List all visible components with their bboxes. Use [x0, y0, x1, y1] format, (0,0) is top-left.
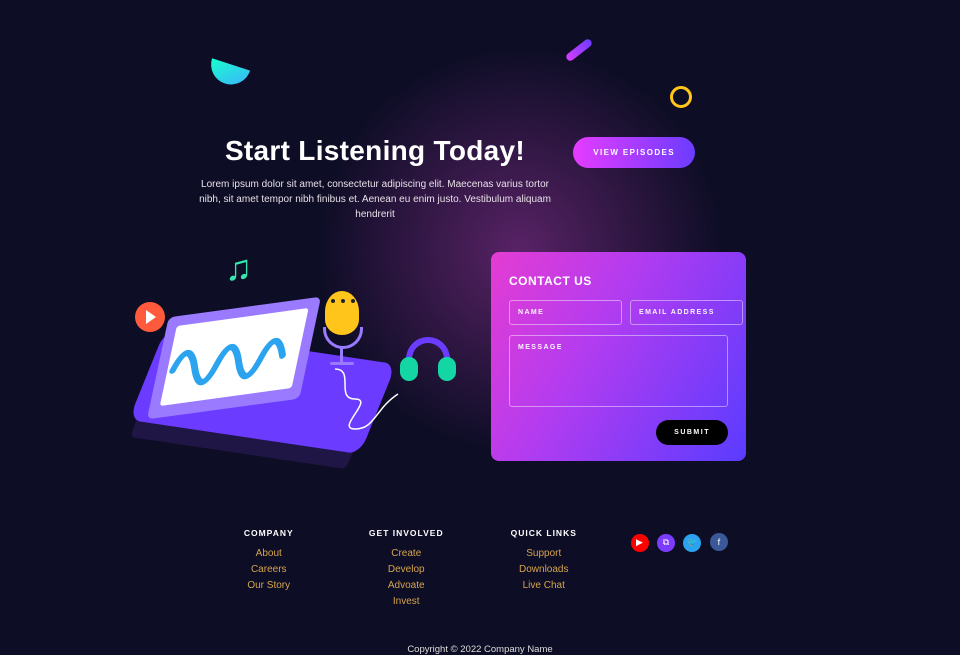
copyright-text: Copyright © 2022 Company Name	[0, 644, 960, 655]
footer-link[interactable]: About	[200, 546, 338, 562]
footer-link[interactable]: Our Story	[200, 578, 338, 594]
footer-col-company: COMPANY About Careers Our Story	[200, 528, 338, 610]
hero-subheading: Lorem ipsum dolor sit amet, consectetur …	[190, 177, 560, 222]
footer-link[interactable]: Invest	[338, 594, 476, 610]
play-icon	[135, 302, 165, 332]
footer: COMPANY About Careers Our Story GET INVO…	[0, 462, 960, 610]
headphones-icon	[400, 337, 460, 389]
footer-col-quick-links: QUICK LINKS Support Downloads Live Chat	[475, 528, 613, 610]
footer-link[interactable]: Live Chat	[475, 578, 613, 594]
footer-heading: COMPANY	[200, 528, 338, 538]
footer-link[interactable]: Develop	[338, 562, 476, 578]
footer-social: ▶ ⧉ 🐦 f	[613, 532, 751, 610]
facebook-icon[interactable]: f	[710, 533, 728, 551]
hero-illustration: ♫	[130, 252, 460, 462]
footer-link[interactable]: Support	[475, 546, 613, 562]
youtube-icon[interactable]: ▶	[631, 534, 649, 552]
footer-heading: GET INVOLVED	[338, 528, 476, 538]
twitch-icon[interactable]: ⧉	[657, 534, 675, 552]
contact-card: CONTACT US SUBMIT	[491, 252, 746, 461]
contact-title: CONTACT US	[509, 274, 728, 288]
message-field[interactable]	[509, 335, 728, 407]
hero-heading: Start Listening Today!	[190, 135, 560, 167]
footer-link[interactable]: Create	[338, 546, 476, 562]
view-episodes-button[interactable]: VIEW EPISODES	[573, 137, 695, 168]
music-note-icon: ♫	[225, 247, 252, 289]
footer-col-get-involved: GET INVOLVED Create Develop Advoate Inve…	[338, 528, 476, 610]
twitter-icon[interactable]: 🐦	[683, 534, 701, 552]
submit-button[interactable]: SUBMIT	[656, 420, 728, 445]
footer-heading: QUICK LINKS	[475, 528, 613, 538]
footer-link[interactable]: Advoate	[338, 578, 476, 594]
footer-link[interactable]: Careers	[200, 562, 338, 578]
footer-link[interactable]: Downloads	[475, 562, 613, 578]
email-field[interactable]	[630, 300, 743, 325]
hero-text-block: Start Listening Today! Lorem ipsum dolor…	[190, 135, 560, 222]
name-field[interactable]	[509, 300, 622, 325]
